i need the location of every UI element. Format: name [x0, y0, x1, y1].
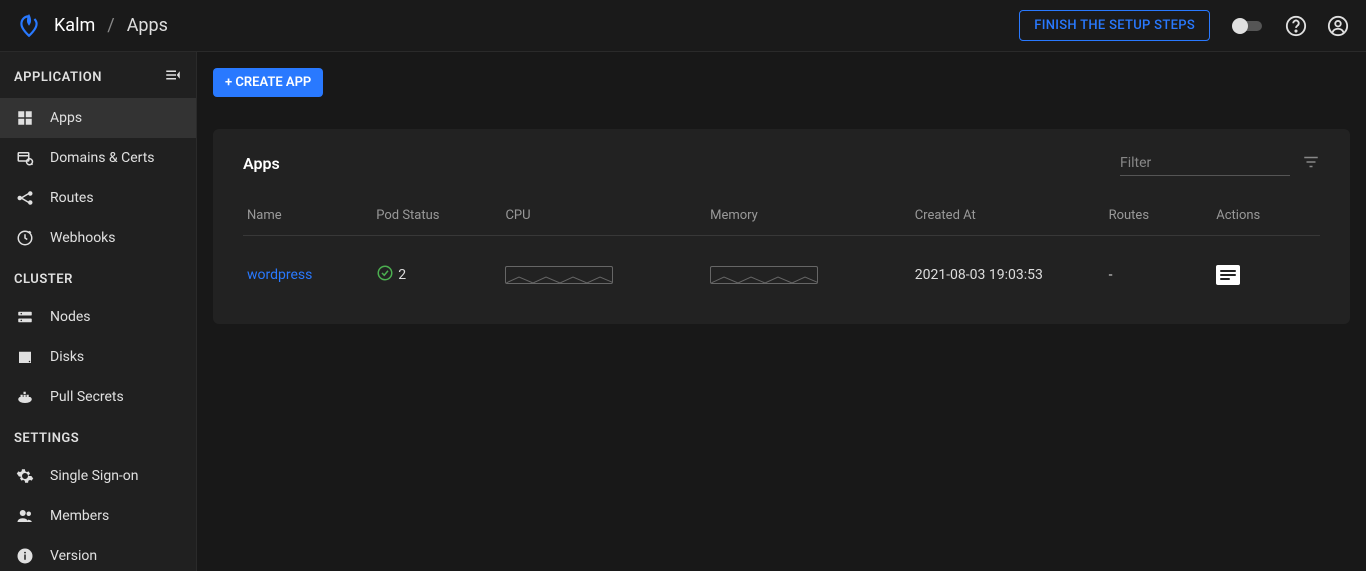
- sidebar-item-label: Routes: [50, 190, 94, 206]
- sidebar-item-label: Disks: [50, 349, 84, 365]
- sidebar-item-label: Webhooks: [50, 230, 116, 246]
- memory-sparkline: [710, 266, 818, 284]
- topbar-icons: [1230, 14, 1350, 38]
- sidebar-collapse-icon[interactable]: [164, 66, 182, 88]
- disks-icon: [14, 346, 36, 368]
- members-icon: [14, 505, 36, 527]
- col-memory: Memory: [706, 198, 911, 236]
- card-title: Apps: [243, 154, 280, 173]
- sidebar-item-disks[interactable]: Disks: [0, 337, 196, 377]
- sidebar-item-label: Domains & Certs: [50, 150, 155, 166]
- sidebar-section-cluster: CLUSTER: [0, 258, 196, 297]
- sidebar-item-version[interactable]: Version: [0, 536, 196, 571]
- theme-toggle[interactable]: [1230, 16, 1266, 36]
- breadcrumb-current[interactable]: Apps: [127, 15, 168, 36]
- create-app-button[interactable]: + CREATE APP: [213, 68, 323, 97]
- sidebar-section-label: SETTINGS: [14, 431, 79, 446]
- sidebar-item-webhooks[interactable]: Webhooks: [0, 218, 196, 258]
- sidebar-section-settings: SETTINGS: [0, 417, 196, 456]
- app-name-link[interactable]: wordpress: [247, 267, 312, 283]
- pod-status: 2: [376, 264, 497, 286]
- sidebar-item-label: Members: [50, 508, 109, 524]
- gear-icon: [14, 465, 36, 487]
- sidebar-section-label: CLUSTER: [14, 272, 73, 287]
- col-routes: Routes: [1105, 198, 1213, 236]
- filter-icon[interactable]: [1302, 153, 1320, 175]
- topbar: Kalm / Apps FINISH THE SETUP STEPS: [0, 0, 1366, 52]
- table-row: wordpress 2: [243, 236, 1320, 297]
- nodes-icon: [14, 306, 36, 328]
- sidebar-item-pull-secrets[interactable]: Pull Secrets: [0, 377, 196, 417]
- pod-count: 2: [398, 267, 406, 283]
- col-created-at: Created At: [911, 198, 1105, 236]
- kalm-logo-icon: [16, 13, 42, 39]
- apps-icon: [14, 107, 36, 129]
- filter-wrap: [1120, 151, 1320, 176]
- info-icon: [14, 545, 36, 567]
- webhooks-icon: [14, 227, 36, 249]
- details-button[interactable]: [1216, 265, 1240, 285]
- created-at-value: 2021-08-03 19:03:53: [915, 267, 1043, 283]
- sidebar-item-label: Single Sign-on: [50, 468, 139, 484]
- cpu-sparkline: [505, 266, 613, 284]
- apps-card: Apps Name Pod Status CPU Memory: [213, 129, 1350, 324]
- account-icon[interactable]: [1326, 14, 1350, 38]
- sidebar-item-label: Nodes: [50, 309, 91, 325]
- sidebar-item-label: Pull Secrets: [50, 389, 124, 405]
- sidebar-item-members[interactable]: Members: [0, 496, 196, 536]
- card-header: Apps: [243, 151, 1320, 176]
- apps-table: Name Pod Status CPU Memory Created At Ro…: [243, 198, 1320, 296]
- brand-name[interactable]: Kalm: [54, 15, 95, 36]
- sidebar-item-apps[interactable]: Apps: [0, 98, 196, 138]
- sidebar: APPLICATION Apps Domains & Certs Routes: [0, 52, 197, 571]
- breadcrumb-separator: /: [107, 15, 114, 36]
- routes-icon: [14, 187, 36, 209]
- sidebar-item-nodes[interactable]: Nodes: [0, 297, 196, 337]
- sidebar-section-application: APPLICATION: [0, 52, 196, 98]
- sidebar-item-label: Version: [50, 548, 97, 564]
- main-content: + CREATE APP Apps Name Pod Status C: [197, 52, 1366, 571]
- col-actions: Actions: [1212, 198, 1320, 236]
- sidebar-item-routes[interactable]: Routes: [0, 178, 196, 218]
- col-pod-status: Pod Status: [372, 198, 501, 236]
- sidebar-item-label: Apps: [50, 110, 82, 126]
- col-cpu: CPU: [501, 198, 706, 236]
- filter-input[interactable]: [1120, 151, 1290, 176]
- pull-secrets-icon: [14, 386, 36, 408]
- routes-value: -: [1109, 267, 1113, 283]
- finish-setup-button[interactable]: FINISH THE SETUP STEPS: [1019, 10, 1210, 41]
- check-circle-icon: [376, 264, 394, 286]
- help-icon[interactable]: [1284, 14, 1308, 38]
- col-name: Name: [243, 198, 372, 236]
- sidebar-item-domains[interactable]: Domains & Certs: [0, 138, 196, 178]
- sidebar-item-sso[interactable]: Single Sign-on: [0, 456, 196, 496]
- table-header-row: Name Pod Status CPU Memory Created At Ro…: [243, 198, 1320, 236]
- domains-icon: [14, 147, 36, 169]
- sidebar-section-label: APPLICATION: [14, 70, 102, 85]
